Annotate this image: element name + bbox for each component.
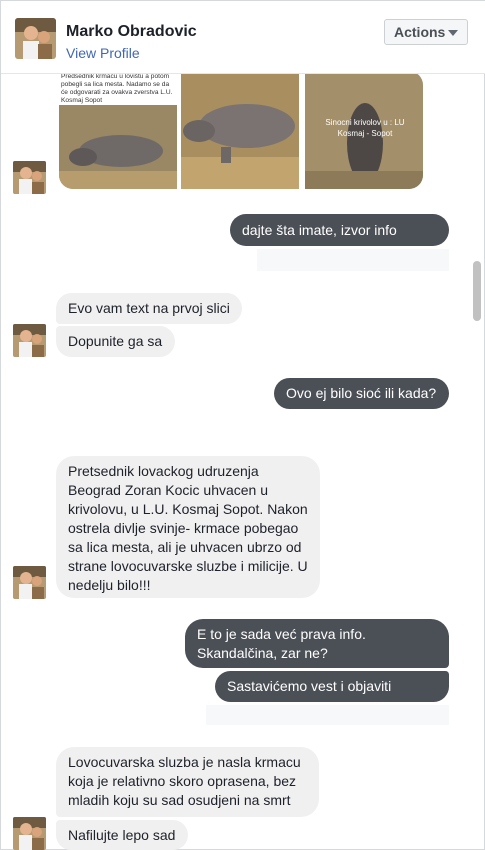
message-line: sa lica mesta, ali je uhvacen ubrzo od [68,539,302,555]
contact-avatar-small [13,161,46,194]
contact-avatar-small [13,324,46,357]
actions-dropdown-button[interactable]: Actions [384,19,468,45]
avatar-photo-icon [13,161,46,194]
timestamp-area [206,705,449,725]
shared-photos: Predsednik krmacu u lovištu a potom pobe… [59,71,425,189]
message-bubble-incoming[interactable]: Pretsednik lovackog udruzenja Beograd Zo… [56,456,320,598]
caret-down-icon [448,30,458,36]
message-line: Skandalčina, zar ne? [197,645,328,661]
message-bubble-outgoing[interactable]: E to je sada već prava info. Skandalčina… [185,619,449,668]
avatar-photo-icon [15,18,56,59]
avatar-photo-icon [13,817,46,850]
message-line: Pretsednik lovackog udruzenja [68,463,259,479]
message-line: nedelju bilo!!! [68,577,151,593]
message-line: Lovocuvarska sluzba je nasla krmacu [68,754,301,770]
avatar-photo-icon [13,324,46,357]
shared-photo-1[interactable]: Predsednik krmacu u lovištu a potom pobe… [59,71,177,189]
photo-caption: Predsednik krmacu u lovištu a potom pobe… [61,73,173,104]
message-line: ostrela divlje svinje- krmace pobegao [68,520,299,536]
message-bubble-incoming[interactable]: Nafilujte lepo sad [56,820,188,850]
contact-name: Marko Obradovic [66,23,197,40]
message-line: strane lovocuvarske sluzbe i milicije. U [68,558,308,574]
message-bubble-outgoing[interactable]: dajte šta imate, izvor info ostaje [230,214,449,270]
message-bubble-incoming[interactable]: Dopunite ga sa [56,326,175,357]
message-line: mladih koju su sad osudjeni na smrt [68,792,291,808]
scrollbar-thumb[interactable] [473,261,481,321]
contact-avatar-small [13,817,46,850]
photo-overlay-text: Sinocni krivolov u : LU Kosmaj - Sopot [325,118,405,138]
message-line: koja je relativno skoro oprasena, bez [68,773,297,789]
actions-label: Actions [394,24,446,40]
message-bubble-outgoing[interactable]: Ovo ej bilo sioć ili kada? [274,378,449,409]
message-line: E to je sada već prava info. [197,626,366,642]
chat-window: Marko Obradovic View Profile Actions Pre… [0,0,485,850]
message-bubble-incoming[interactable]: Evo vam text na prvoj slici [56,293,242,324]
contact-avatar[interactable] [15,18,56,59]
message-line: krivolovu, u L.U. Kosmaj Sopot. Nakon [68,501,308,517]
boar-photo-icon [181,71,299,189]
message-bubble-incoming[interactable]: Lovocuvarska sluzba je nasla krmacu koja… [56,747,319,817]
view-profile-link[interactable]: View Profile [66,45,140,61]
shared-photo-3[interactable]: Sinocni krivolov u : LU Kosmaj - Sopot [305,71,423,189]
contact-avatar-small [13,566,46,599]
shared-photo-2[interactable] [181,71,299,189]
avatar-photo-icon [13,566,46,599]
timestamp-area [257,249,449,271]
message-line: Beograd Zoran Kocic uhvacen u [68,482,269,498]
message-bubble-outgoing[interactable]: Sastavićemo vest i objaviti danas. [215,671,449,725]
chat-header: Marko Obradovic View Profile Actions [1,1,485,74]
